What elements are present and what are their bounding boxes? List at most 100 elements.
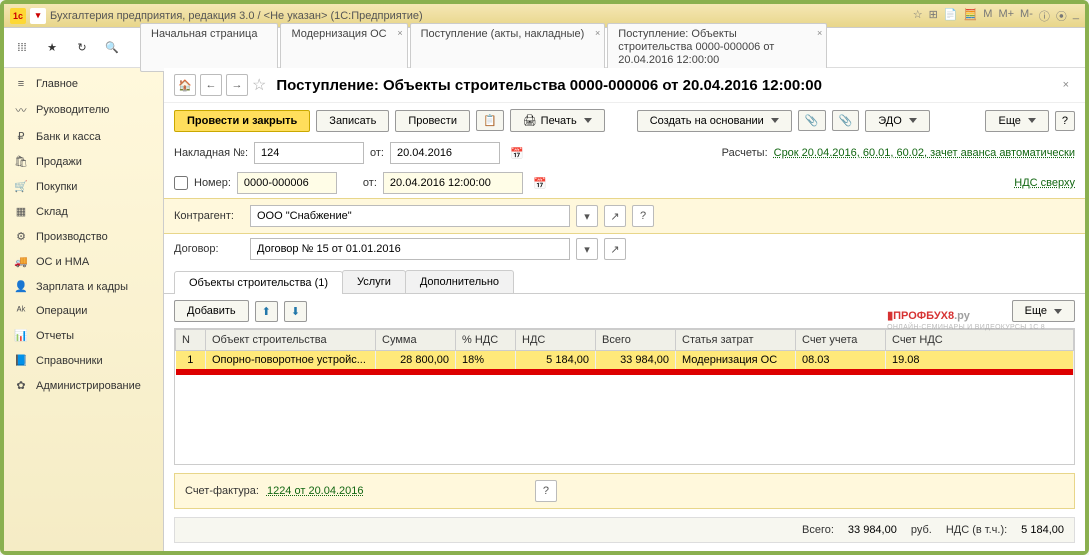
post-and-close-button[interactable]: Провести и закрыть <box>174 110 310 132</box>
tab-services[interactable]: Услуги <box>342 270 406 293</box>
sidebar-item-warehouse[interactable]: ▦Склад <box>4 199 163 224</box>
help-button[interactable]: ? <box>1055 111 1075 131</box>
home-icon[interactable]: 🏠 <box>174 74 196 96</box>
table-more-button[interactable]: Еще <box>1012 300 1075 322</box>
col-vat-account[interactable]: Счет НДС <box>886 330 1074 351</box>
titlebar-icon[interactable]: 📄 <box>944 8 958 24</box>
back-icon[interactable]: ← <box>200 74 222 96</box>
vat-mode-link[interactable]: НДС сверху <box>1014 177 1075 189</box>
content: 🏠 ← → ☆ Поступление: Объекты строительст… <box>164 68 1085 551</box>
cart-icon: 🛒 <box>14 180 28 193</box>
more-button[interactable]: Еще <box>985 110 1048 132</box>
edo-button[interactable]: ЭДО <box>865 110 930 132</box>
select-icon[interactable]: ▾ <box>576 205 598 227</box>
titlebar-icon[interactable]: ☆ <box>913 8 923 24</box>
report-icon: 📊 <box>14 329 28 342</box>
open-icon[interactable]: ↗ <box>604 205 626 227</box>
invoice-label: Накладная №: <box>174 147 248 159</box>
table-toolbar: Добавить ⬆ ⬇ Еще <box>164 294 1085 328</box>
minimize-icon[interactable]: _ <box>1073 8 1079 24</box>
sidebar-item-sales[interactable]: 🛍Продажи <box>4 149 163 174</box>
settlements-link[interactable]: Срок 20.04.2016, 60.01, 60.02, зачет ава… <box>774 147 1075 159</box>
calendar-icon[interactable]: 📅 <box>529 172 551 194</box>
info-icon[interactable]: ⓘ <box>1039 8 1050 24</box>
col-sum[interactable]: Сумма <box>376 330 456 351</box>
create-based-button[interactable]: Создать на основании <box>637 110 792 132</box>
tab-current-doc[interactable]: Поступление: Объекты строительства 0000-… <box>607 23 827 73</box>
titlebar-m[interactable]: M <box>983 8 992 24</box>
top-toolbar: ⁞⁞⁞ ★ ↻ 🔍 Начальная страница Модернизаци… <box>4 28 1085 68</box>
action-toolbar: Провести и закрыть Записать Провести 📋 🖨… <box>164 103 1085 138</box>
col-n[interactable]: N <box>176 330 206 351</box>
write-button[interactable]: Записать <box>316 110 389 132</box>
clip-button[interactable]: 📎 <box>832 110 860 131</box>
forward-icon[interactable]: → <box>226 74 248 96</box>
col-vat[interactable]: НДС <box>516 330 596 351</box>
print-button[interactable]: 🖨Печать <box>510 109 605 132</box>
date-label: от: <box>370 147 384 159</box>
tab-receipts[interactable]: Поступление (акты, накладные)× <box>410 23 606 73</box>
help-icon[interactable]: ⦿ <box>1056 8 1067 24</box>
close-icon[interactable]: × <box>1057 79 1075 91</box>
sidebar-item-refs[interactable]: 📘Справочники <box>4 348 163 373</box>
tab-home[interactable]: Начальная страница <box>140 23 278 73</box>
number-input[interactable] <box>237 172 337 194</box>
tab-extra[interactable]: Дополнительно <box>405 270 514 293</box>
history-icon[interactable]: ↻ <box>70 36 94 60</box>
add-button[interactable]: Добавить <box>174 300 249 322</box>
open-icon[interactable]: ↗ <box>604 238 626 260</box>
sidebar-item-admin[interactable]: ✿Администрирование <box>4 373 163 398</box>
close-icon[interactable]: × <box>817 28 822 39</box>
calendar-icon[interactable]: 📅 <box>506 142 528 164</box>
sidebar-item-purchases[interactable]: 🛒Покупки <box>4 174 163 199</box>
sidebar-item-bank[interactable]: ₽Банк и касса <box>4 124 163 149</box>
titlebar-icon[interactable]: ⊞ <box>929 8 938 24</box>
sidebar-item-main[interactable]: ≡Главное <box>4 72 163 96</box>
col-object[interactable]: Объект строительства <box>206 330 376 351</box>
printer-icon: 🖨 <box>523 114 537 127</box>
sidebar-item-reports[interactable]: 📊Отчеты <box>4 323 163 348</box>
close-icon[interactable]: × <box>595 28 600 39</box>
sidebar-item-salary[interactable]: 👤Зарплата и кадры <box>4 274 163 299</box>
col-vat-pct[interactable]: % НДС <box>456 330 516 351</box>
titlebar-icon[interactable]: 🧮 <box>964 8 978 24</box>
close-icon[interactable]: × <box>397 28 402 39</box>
titlebar-m-plus[interactable]: M+ <box>998 8 1014 24</box>
select-icon[interactable]: ▾ <box>576 238 598 260</box>
counterparty-input[interactable] <box>250 205 570 227</box>
table-row[interactable]: 1 Опорно-поворотное устройс... 28 800,00… <box>176 351 1074 370</box>
sidebar-item-assets[interactable]: 🚚ОС и НМА <box>4 249 163 274</box>
move-down-button[interactable]: ⬇ <box>284 301 307 322</box>
total-label: Всего: <box>802 524 834 536</box>
movements-button[interactable]: 📋 <box>476 110 504 131</box>
sidebar-item-operations[interactable]: ᴬᵏОперации <box>4 299 163 323</box>
sidebar-item-production[interactable]: ⚙Производство <box>4 224 163 249</box>
invoice-number-input[interactable] <box>254 142 364 164</box>
datetime-input[interactable] <box>383 172 523 194</box>
sf-link[interactable]: 1224 от 20.04.2016 <box>267 485 527 497</box>
menu-icon: ≡ <box>14 78 28 90</box>
star-icon[interactable]: ★ <box>40 36 64 60</box>
col-total[interactable]: Всего <box>596 330 676 351</box>
titlebar-m-minus[interactable]: M- <box>1020 8 1033 24</box>
sidebar-item-manager[interactable]: 〰Руководителю <box>4 96 163 124</box>
invoice-date-input[interactable] <box>390 142 500 164</box>
titlebar-icons: ☆ ⊞ 📄 🧮 M M+ M- ⓘ ⦿ _ <box>913 8 1079 24</box>
help-icon[interactable]: ? <box>535 480 557 502</box>
doc-checkbox[interactable] <box>174 176 188 190</box>
contract-input[interactable] <box>250 238 570 260</box>
apps-icon[interactable]: ⁞⁞⁞ <box>10 36 34 60</box>
col-account[interactable]: Счет учета <box>796 330 886 351</box>
bag-icon: 🛍 <box>14 155 28 168</box>
tab-objects[interactable]: Объекты строительства (1) <box>174 271 343 294</box>
attach-button[interactable]: 📎 <box>798 110 826 131</box>
favorite-icon[interactable]: ☆ <box>252 75 266 95</box>
cell-object: Опорно-поворотное устройс... <box>206 351 376 370</box>
help-icon[interactable]: ? <box>632 205 654 227</box>
search-icon[interactable]: 🔍 <box>100 36 124 60</box>
move-up-button[interactable]: ⬆ <box>255 301 278 322</box>
col-cost-item[interactable]: Статья затрат <box>676 330 796 351</box>
tab-modernization[interactable]: Модернизация ОС× <box>280 23 407 73</box>
table: N Объект строительства Сумма % НДС НДС В… <box>174 328 1075 465</box>
post-button[interactable]: Провести <box>395 110 470 132</box>
